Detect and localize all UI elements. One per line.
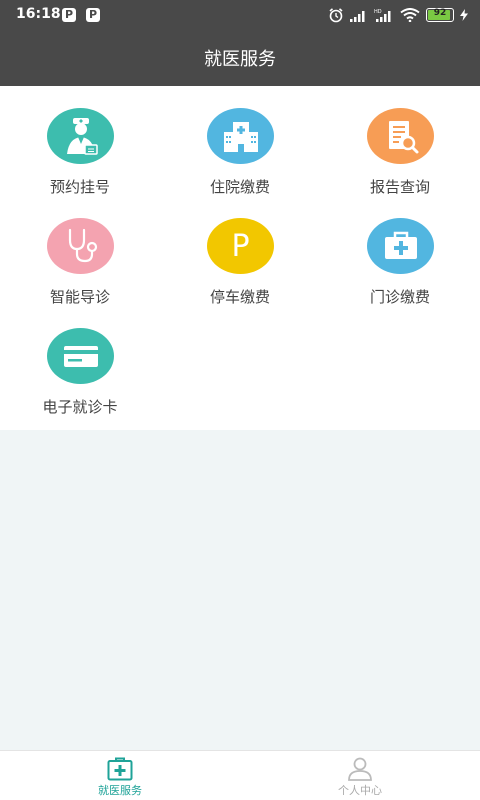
wifi-icon [400,8,420,22]
svg-text:HD: HD [374,9,382,15]
service-smart-guide[interactable]: 智能导诊 [0,196,160,306]
signal-icon [350,11,365,22]
service-label: 预约挂号 [49,178,110,196]
alarm-icon [329,8,343,23]
medical-service-icon [107,757,133,781]
tab-personal-center[interactable]: 个人中心 [240,751,480,800]
notification-p-icon: P [62,8,76,22]
tab-label: 就医服务 [98,784,142,797]
service-report-query[interactable]: 报告查询 [320,86,480,196]
service-label: 停车缴费 [209,288,270,306]
service-outpatient-payment[interactable]: 门诊缴费 [320,196,480,306]
parking-icon: P [207,218,274,274]
hd-signal-icon: HD [374,9,391,22]
hospital-icon [207,108,274,164]
battery-level: 92 [433,8,447,18]
header: 就医服务 [0,30,480,86]
charging-icon [460,9,468,21]
stethoscope-icon [47,218,114,274]
report-search-icon [367,108,434,164]
service-label: 智能导诊 [49,288,110,306]
card-icon [47,328,114,384]
tab-bar: 就医服务 个人中心 [0,750,480,800]
status-time: 16:18 [16,6,61,22]
service-e-medical-card[interactable]: 电子就诊卡 [0,306,160,416]
parking-letter: P [231,228,250,264]
service-label: 门诊缴费 [369,288,430,306]
service-parking-payment[interactable]: P 停车缴费 [160,196,320,306]
service-label: 电子就诊卡 [42,398,118,416]
tab-medical-service[interactable]: 就医服务 [0,751,240,800]
page-title: 就医服务 [204,49,276,70]
status-bar: 16:18 P P HD 92 [0,0,480,30]
doctor-icon [47,108,114,164]
battery-icon: 92 [426,8,454,22]
medical-kit-icon [367,218,434,274]
person-icon [348,757,372,781]
service-appointment[interactable]: 预约挂号 [0,86,160,196]
service-label: 报告查询 [369,178,430,196]
service-label: 住院缴费 [209,178,270,196]
service-grid: 预约挂号 住院缴费 报告查询 智能导诊 P 停车缴费 门诊缴费 电子就诊卡 [0,86,480,430]
notification-p-icon: P [86,8,100,22]
service-inpatient-payment[interactable]: 住院缴费 [160,86,320,196]
tab-label: 个人中心 [338,784,382,797]
